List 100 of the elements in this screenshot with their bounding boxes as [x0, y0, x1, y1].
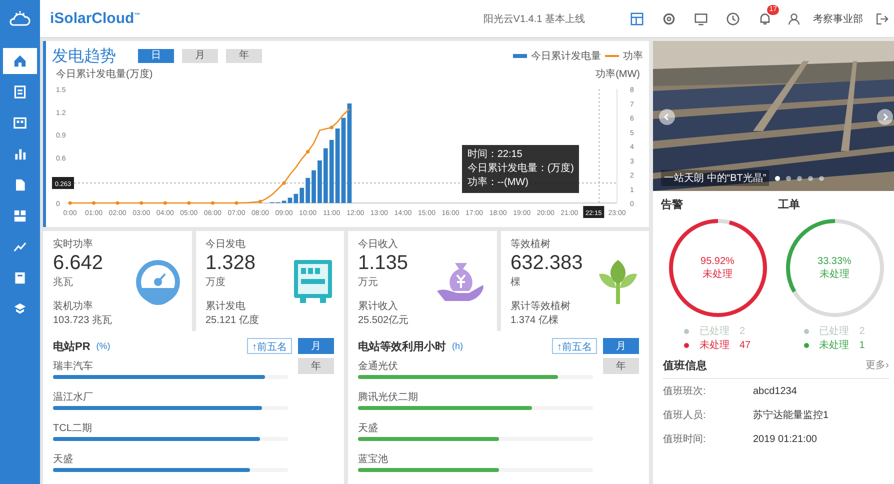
clock-icon[interactable]	[725, 10, 741, 26]
carousel-dot[interactable]	[775, 176, 780, 180]
chevron-right-icon	[881, 113, 889, 121]
gauge-icon	[134, 258, 182, 306]
more-link[interactable]: 更多›	[866, 358, 889, 373]
period-tab[interactable]: 日	[138, 49, 174, 63]
user-name[interactable]: 考察事业部	[813, 12, 863, 26]
tree-icon	[597, 258, 639, 306]
axis-title: 今日累计发电量(万度)	[56, 69, 153, 80]
sidebar-item[interactable]	[3, 48, 37, 74]
data-point	[282, 181, 286, 185]
period-button[interactable]: 月	[603, 338, 639, 354]
axis-title: 功率(MW)	[596, 69, 640, 80]
dashboard-icon	[12, 208, 28, 224]
period-button[interactable]: 年	[298, 358, 334, 374]
field-value: 苏宁达能量监控1	[753, 408, 830, 422]
legend-count: 1	[859, 340, 865, 350]
carousel-dot[interactable]	[819, 176, 824, 180]
top-five-button[interactable]: ↑前五名	[552, 338, 597, 354]
kpi-unit: 万元	[358, 276, 378, 289]
legend-label: 已处理	[699, 324, 730, 338]
field-value: abcd1234	[753, 386, 798, 396]
kpi-unit: 兆瓦	[53, 276, 73, 289]
kpi-sub-label: 装机功率	[53, 300, 93, 313]
app-logo-text: iSolarCloud$^{™}$	[50, 10, 140, 27]
data-point	[68, 201, 72, 205]
station-name: TCL二期	[53, 422, 93, 435]
data-point	[306, 150, 310, 154]
kpi-sub-value: 25.502亿元	[358, 314, 409, 327]
kpi-value: 632.383	[510, 251, 583, 275]
kpi-sub-value: 1.374 亿棵	[510, 314, 558, 327]
station-name: 天盛	[53, 452, 74, 466]
station-name: 瑞丰汽车	[53, 360, 94, 373]
donut-percent: 33.33%	[818, 256, 852, 266]
unit-label: (%)	[96, 341, 110, 351]
donut-label: 未处理	[820, 268, 850, 280]
user-icon[interactable]	[787, 12, 801, 26]
legend-count: 2	[739, 326, 746, 336]
field-label: 值班人员:	[663, 408, 707, 422]
kpi-label: 今日发电	[206, 238, 246, 251]
carousel-dot[interactable]	[786, 176, 792, 180]
cloud-sun-icon	[8, 9, 32, 29]
carousel-dot[interactable]	[797, 176, 802, 180]
bar-chart-icon	[12, 146, 28, 162]
previous-button[interactable]	[659, 109, 675, 125]
kpi-value: 1.135	[358, 251, 408, 275]
field-label: 值班班次:	[663, 384, 707, 398]
data-point	[187, 201, 191, 205]
dashboard-icon[interactable]	[629, 10, 645, 26]
data-point	[210, 201, 214, 205]
card-title: 电站等效利用小时	[358, 340, 446, 354]
legend-label: 未处理	[819, 338, 850, 352]
settings-icon[interactable]	[661, 10, 677, 26]
data-point	[330, 126, 334, 130]
data-point	[140, 201, 144, 205]
chevron-left-icon	[663, 113, 671, 121]
kpi-sub-label: 累计等效植树	[510, 300, 570, 313]
document-icon	[12, 84, 28, 100]
legend-label: 功率	[623, 50, 643, 63]
station-name: 金通光伏	[358, 360, 399, 373]
data-point	[163, 201, 167, 205]
unit-label: (h)	[452, 341, 463, 351]
period-button[interactable]: 年	[603, 358, 639, 374]
monitor-icon[interactable]	[693, 10, 709, 26]
data-point	[116, 201, 120, 205]
donut-percent: 95.92%	[700, 256, 734, 266]
legend-swatch	[513, 54, 527, 58]
kpi-value: 6.642	[53, 251, 104, 275]
kpi-sub-label: 累计收入	[358, 300, 398, 313]
kpi-sub-value: 25.121 亿度	[206, 314, 259, 327]
home-icon	[12, 53, 28, 69]
kpi-unit: 万度	[206, 276, 226, 289]
section-title: 工单	[778, 198, 800, 212]
station-name: 蓝宝池	[358, 452, 389, 466]
legend-count: 47	[739, 340, 751, 350]
station-name: 温江水厂	[53, 390, 94, 404]
clipboard-icon	[12, 270, 28, 286]
period-tab[interactable]: 月	[182, 49, 218, 63]
kpi-label: 实时功率	[53, 238, 93, 251]
station-name: 天盛	[358, 422, 379, 435]
period-tab[interactable]: 年	[226, 49, 262, 63]
grid-icon	[12, 115, 28, 131]
legend-label: 未处理	[699, 338, 730, 352]
logout-icon[interactable]	[875, 12, 889, 26]
version-text: 阳光云V1.4.1 基本上线	[483, 12, 585, 26]
section-title: 告警	[661, 198, 683, 212]
carousel-dot[interactable]	[808, 176, 814, 180]
data-point	[258, 200, 262, 204]
chart-tooltip: 时间：22:15 今日累计发电量：(万度) 功率：--(MW)	[462, 145, 579, 193]
legend-label: 已处理	[819, 324, 850, 338]
legend-label: 今日累计发电量	[531, 50, 601, 63]
kpi-sub-label: 累计发电	[206, 300, 246, 313]
card-title: 电站PR	[53, 340, 90, 354]
top-five-button[interactable]: ↑前五名	[247, 338, 292, 354]
period-button[interactable]: 月	[298, 338, 334, 354]
data-point	[234, 201, 238, 205]
next-button[interactable]	[877, 109, 893, 125]
section-title: 值班信息	[663, 358, 707, 373]
station-name: 腾讯光伏二期	[358, 390, 419, 404]
field-label: 值班时间:	[663, 432, 707, 446]
